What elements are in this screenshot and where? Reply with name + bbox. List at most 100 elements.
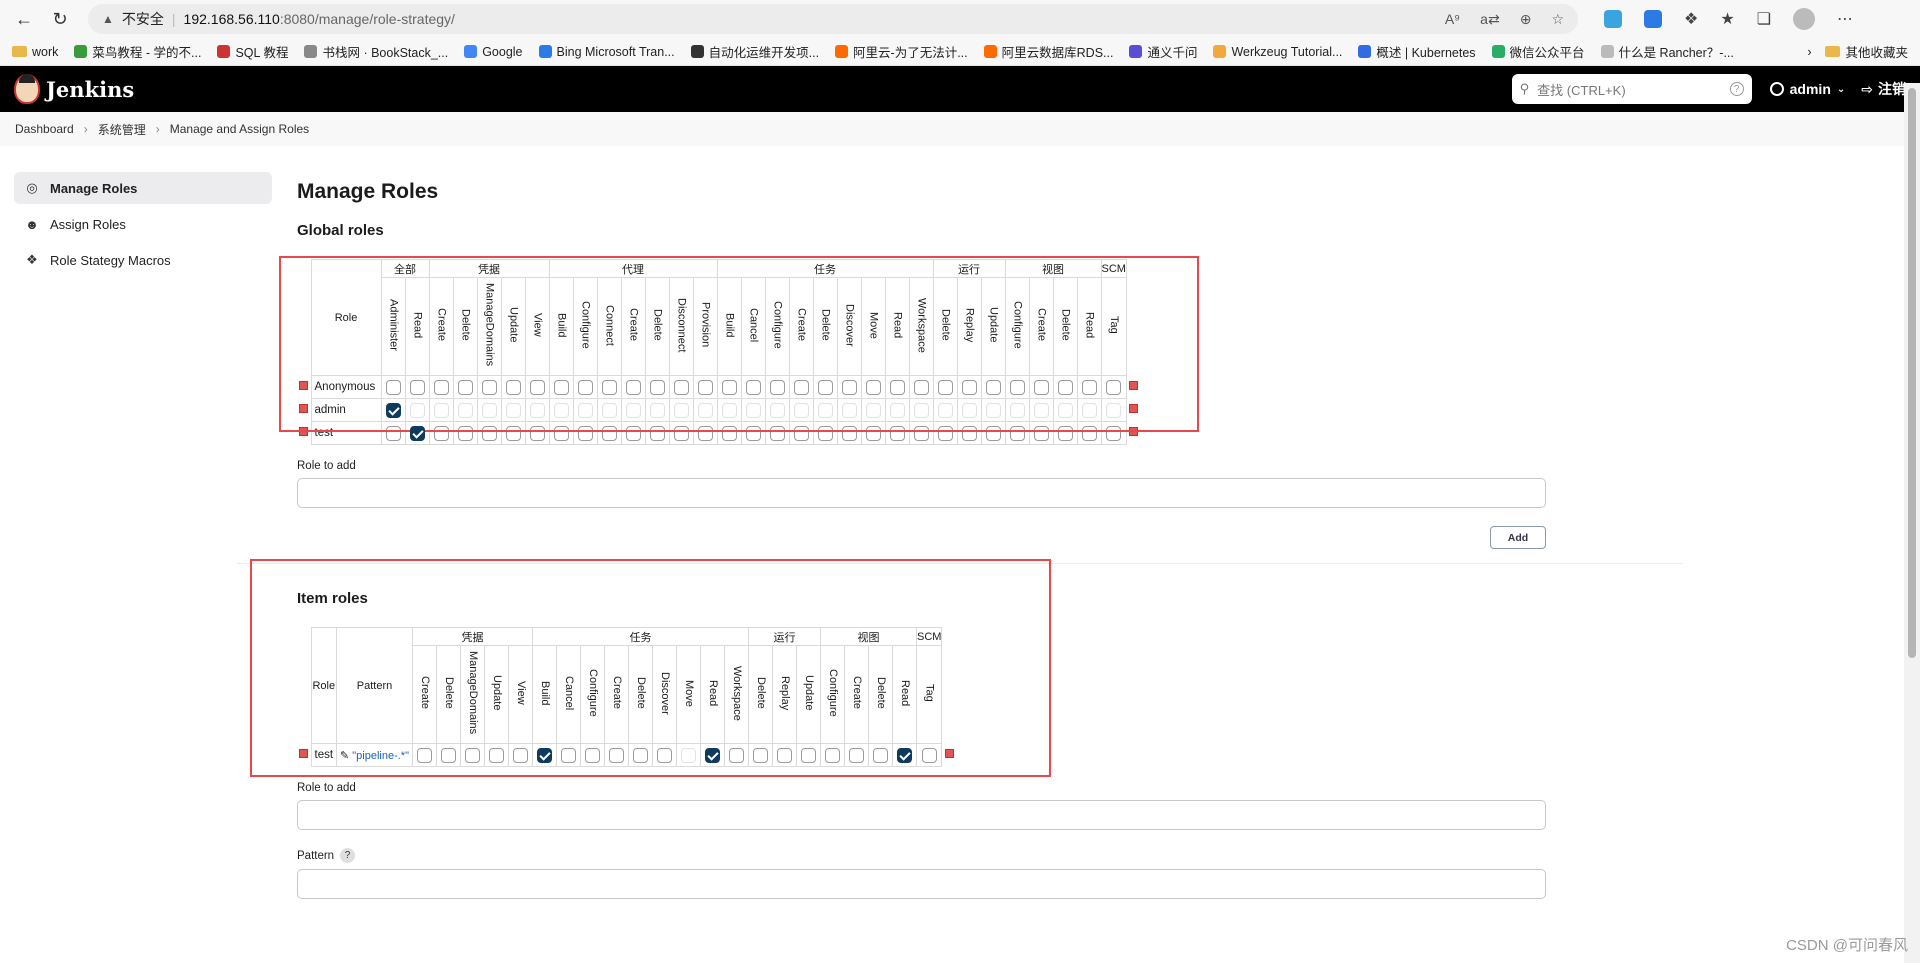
bookmark-item[interactable]: 概述 | Kubernetes xyxy=(1358,42,1476,61)
bookmark-item[interactable]: SQL 教程 xyxy=(217,42,288,61)
bookmark-icon xyxy=(304,45,318,58)
bookmark-item[interactable]: 微信公众平台 xyxy=(1491,42,1585,61)
bookmark-icon xyxy=(1129,45,1143,58)
chevron-down-icon: ⌄ xyxy=(1836,83,1846,95)
breadcrumb: Dashboard › 系统管理 › Manage and Assign Rol… xyxy=(0,112,1920,146)
bookmark-icon xyxy=(1358,45,1372,58)
bookmark-icon xyxy=(983,45,997,58)
back-icon[interactable]: ← xyxy=(10,5,38,33)
bookmark-label: 菜鸟教程 - 学的不... xyxy=(92,46,202,60)
pattern-input[interactable] xyxy=(297,869,1546,899)
profile-avatar[interactable] xyxy=(1793,8,1816,30)
page-title: Manage Roles xyxy=(297,180,439,203)
help-icon[interactable]: ? xyxy=(340,848,356,863)
sidebar-item-role-macros[interactable]: ❖ Role Stategy Macros xyxy=(14,244,272,276)
favorite-icon[interactable]: ☆ xyxy=(1551,11,1564,28)
jenkins-butler-icon xyxy=(14,74,40,104)
item-roles-section: Role Pattern 凭据 任务 运行 视图 SCM Create Delete Manage… xyxy=(250,559,1051,777)
jenkins-logo[interactable]: Jenkins xyxy=(14,74,134,104)
reload-icon[interactable]: ↻ xyxy=(46,5,74,33)
bookmark-label: 阿里云-为了无法计... xyxy=(853,46,968,60)
address-separator: | xyxy=(171,11,176,27)
help-icon[interactable]: ? xyxy=(1729,82,1744,96)
bookmark-item[interactable]: 书栈网 · BookStack_... xyxy=(304,42,448,61)
read-aloud-icon[interactable]: A⁹ xyxy=(1445,11,1460,28)
bookmark-item[interactable]: 什么是 Rancher？-... xyxy=(1600,42,1734,61)
bookmarks-more: › 其他收藏夹 xyxy=(1807,42,1908,61)
search-box[interactable]: ⚲ 查找 (CTRL+K) ? xyxy=(1511,74,1752,104)
item-role-to-add-label: Role to add xyxy=(297,782,356,794)
sidebar-item-label: Manage Roles xyxy=(50,180,138,196)
fingerprint-icon: ◎ xyxy=(26,180,38,195)
highlight-box xyxy=(250,559,1051,777)
logout-label: 注销 xyxy=(1878,81,1906,97)
breadcrumb-current[interactable]: Manage and Assign Roles xyxy=(170,122,309,136)
sidebar-item-label: Assign Roles xyxy=(50,216,126,232)
chevron-right-icon: › xyxy=(83,122,88,136)
favorites-icon[interactable]: ★ xyxy=(1720,9,1734,29)
bookmark-label: Werkzeug Tutorial... xyxy=(1231,44,1343,59)
sidebar-item-assign-roles[interactable]: ☻ Assign Roles xyxy=(14,208,272,240)
permission-checkbox[interactable] xyxy=(385,402,401,418)
bookmark-icon xyxy=(74,45,88,58)
folder-icon xyxy=(1825,46,1841,57)
bookmark-label: work xyxy=(32,44,59,59)
user-menu[interactable]: admin ⌄ xyxy=(1769,81,1846,97)
bookmark-label: 概述 | Kubernetes xyxy=(1376,46,1476,60)
bookmark-item[interactable]: work xyxy=(12,45,58,59)
permission-checkbox[interactable] xyxy=(705,747,720,763)
global-role-input[interactable] xyxy=(297,478,1546,508)
bookmark-item[interactable]: 阿里云数据库RDS... xyxy=(983,42,1114,61)
folder-icon xyxy=(12,46,27,57)
search-input[interactable]: 查找 (CTRL+K) xyxy=(1537,80,1625,99)
sidebar: ◎ Manage Roles ☻ Assign Roles ❖ Role Sta… xyxy=(14,172,272,280)
pattern-label-text: Pattern xyxy=(297,849,335,862)
other-bookmarks[interactable]: 其他收藏夹 xyxy=(1825,42,1908,61)
bookmark-item[interactable]: Bing Microsoft Tran... xyxy=(538,44,675,59)
browser-toolbar: ← ↻ ▲ 不安全 | 192.168.56.110:8080/manage/r… xyxy=(0,0,1920,38)
bookmark-item[interactable]: 阿里云-为了无法计... xyxy=(835,42,968,61)
extension-icon[interactable] xyxy=(1604,10,1622,28)
collections-icon[interactable]: ❏ xyxy=(1757,9,1771,29)
chevron-right-icon[interactable]: › xyxy=(1807,45,1811,59)
bookmark-label: Google xyxy=(482,44,523,59)
user-name: admin xyxy=(1789,81,1831,97)
sidebar-item-manage-roles[interactable]: ◎ Manage Roles xyxy=(14,172,272,204)
bookmark-label: Bing Microsoft Tran... xyxy=(556,44,675,59)
bookmark-item[interactable]: 自动化运维开发项... xyxy=(690,42,820,61)
extension-icon[interactable] xyxy=(1644,10,1662,28)
more-icon[interactable]: ⋯ xyxy=(1837,9,1853,29)
main-content: Manage Roles Global roles Role 全部 凭据 代理 任务 运行… xyxy=(237,172,1747,899)
permission-checkbox[interactable] xyxy=(897,747,912,763)
search-icon: ⚲ xyxy=(1519,81,1530,96)
url-host: 192.168.56.110 xyxy=(183,11,280,27)
scrollbar-thumb[interactable] xyxy=(1908,88,1916,658)
bookmark-label: 微信公众平台 xyxy=(1509,46,1585,60)
permission-checkbox[interactable] xyxy=(537,747,552,763)
bookmark-label: 自动化运维开发项... xyxy=(708,46,820,60)
highlight-box xyxy=(279,256,1199,432)
watermark: CSDN @可问春风 xyxy=(1786,937,1908,954)
bookmark-item[interactable]: 菜鸟教程 - 学的不... xyxy=(74,42,201,61)
breadcrumb-manage[interactable]: 系统管理 xyxy=(98,121,146,138)
address-bar[interactable]: ▲ 不安全 | 192.168.56.110:8080/manage/role-… xyxy=(88,4,1578,34)
bookmark-label: 什么是 Rancher？-... xyxy=(1618,46,1734,60)
bookmark-label: 阿里云数据库RDS... xyxy=(1001,46,1114,60)
logout-button[interactable]: ⇨ 注销 xyxy=(1861,79,1906,99)
item-role-input[interactable] xyxy=(297,800,1546,830)
permission-checkbox[interactable] xyxy=(409,425,425,441)
breadcrumb-dashboard[interactable]: Dashboard xyxy=(15,122,74,136)
bookmark-item[interactable]: Werkzeug Tutorial... xyxy=(1213,45,1342,59)
logout-icon: ⇨ xyxy=(1861,80,1873,97)
warning-icon: ▲ xyxy=(102,12,114,26)
user-icon xyxy=(1769,82,1784,96)
bookmark-item[interactable]: 通义千问 xyxy=(1129,42,1197,61)
extensions-icon[interactable]: ❖ xyxy=(1684,9,1698,29)
add-global-role-button[interactable]: Add xyxy=(1490,526,1546,549)
sidebar-item-label: Role Stategy Macros xyxy=(50,252,171,268)
url-path: :8080/manage/role-strategy/ xyxy=(279,11,455,27)
bookmark-icon xyxy=(217,45,231,58)
zoom-icon[interactable]: ⊕ xyxy=(1520,11,1532,28)
bookmark-item[interactable]: Google xyxy=(464,44,523,59)
translate-icon[interactable]: a⇄ xyxy=(1480,11,1500,28)
